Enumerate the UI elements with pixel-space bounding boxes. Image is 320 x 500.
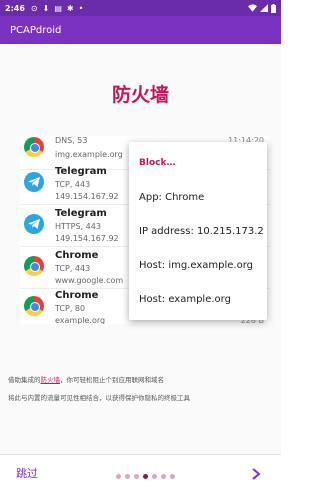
block-context-menu: Block… App: Chrome IP address: 10.215.17… [129,142,267,320]
page-dot [152,474,157,479]
telegram-icon [24,214,44,234]
page-dot-active [143,474,148,479]
page-dot [161,474,166,479]
chrome-icon [24,137,44,157]
menu-item-block-ip[interactable]: IP address: 10.215.173.2 [139,226,264,237]
connection-app-name: Telegram [55,166,107,177]
connection-protocol: DNS, 53 [55,136,88,145]
connection-protocol: HTTPS, 443 [55,222,101,231]
card-icon: ▤ [54,3,62,13]
onboarding-nav-bar: 跳过 [0,454,281,500]
description-prefix: 借助集成的 [8,376,41,384]
page-dot [134,474,139,479]
connection-app-name: Chrome [55,290,99,301]
connection-app-name: Telegram [55,208,107,219]
page-dot [170,474,175,479]
connection-protocol: TCP, 80 [55,304,86,313]
download-icon: ⬇ [42,3,50,13]
app-notification-icon: ⊙ [30,3,38,13]
dot-icon: • [78,3,84,13]
app-bar: PCAPdroid [0,16,281,44]
page-dot [116,474,121,479]
description-suffix: ，你可轻松阻止个别应用联网和域名 [60,376,164,384]
connection-host: img.example.org [55,150,123,159]
menu-header: Block… [139,158,176,168]
connection-host: example.org [55,316,106,324]
status-bar: 2:46 ⊙ ⬇ ▤ ✱ • [0,0,281,16]
description-line-2: 将此与内置的流量可见性相结合，以获得保护你隐私的终极工具 [8,394,190,402]
menu-item-block-host-img[interactable]: Host: img.example.org [139,260,253,271]
app-title: PCAPdroid [10,24,62,36]
chrome-icon [24,256,44,276]
connection-protocol: TCP, 443 [55,264,91,273]
connection-protocol: TCP, 443 [55,180,91,189]
battery-icon [271,3,276,13]
connection-app-name: Chrome [55,250,99,261]
bug-icon: ✱ [66,3,74,13]
wifi-icon [248,4,257,12]
menu-item-block-app[interactable]: App: Chrome [139,192,204,203]
connection-host: 149.154.167.92 [55,234,119,243]
description-line-1: 借助集成的防火墙，你可轻松阻止个别应用联网和域名 [8,374,164,384]
page-indicator [116,474,175,479]
chrome-icon [24,296,44,316]
status-time: 2:46 [5,3,25,13]
connection-host: www.google.com [55,276,124,285]
telegram-icon [24,172,44,192]
firewall-link[interactable]: 防火墙 [41,376,61,384]
next-arrow-icon[interactable] [250,467,262,481]
connection-host: 149.154.167.92 [55,192,119,201]
skip-button[interactable]: 跳过 [16,465,38,481]
feature-title: 防火墙 [111,84,169,106]
page-dot [125,474,130,479]
menu-item-block-host-example[interactable]: Host: example.org [139,294,231,305]
signal-icon [260,4,268,12]
